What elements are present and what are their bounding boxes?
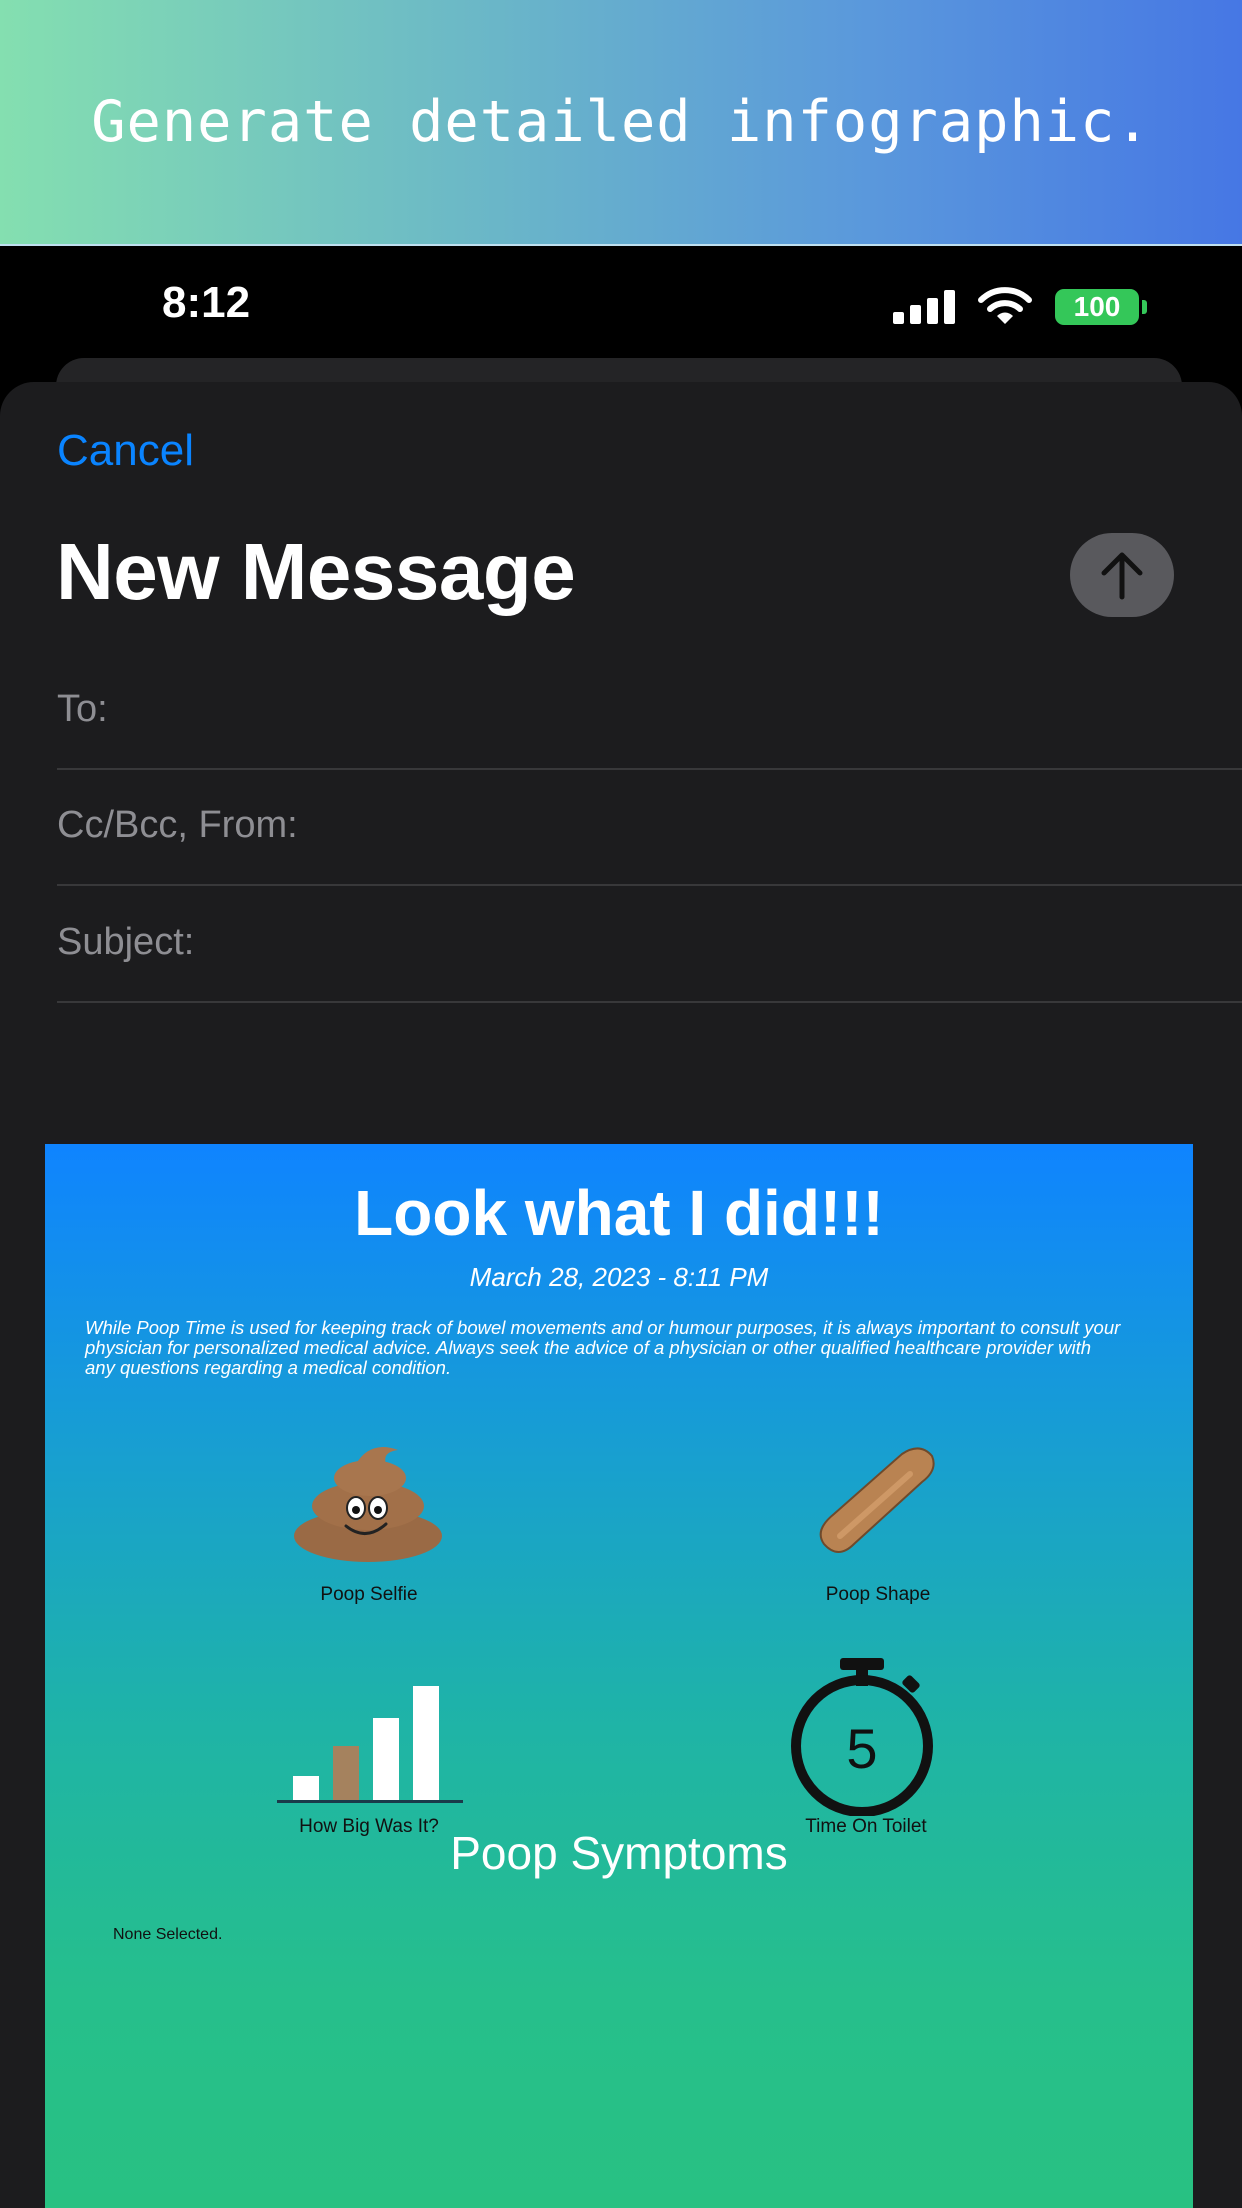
size-bar-chart-icon [277, 1686, 463, 1803]
subject-label: Subject: [57, 921, 195, 963]
battery-cap [1142, 300, 1147, 314]
status-bar: 8:12 100 [0, 246, 1242, 368]
poop-shape-label: Poop Shape [825, 1584, 931, 1605]
page-title: New Message [56, 527, 576, 616]
battery-icon: 100 [1055, 289, 1139, 325]
arrow-up-icon [1101, 552, 1143, 600]
infographic-date: March 28, 2023 - 8:11 PM [469, 1262, 769, 1292]
stopwatch-icon: 5 [791, 1658, 933, 1816]
symptoms-value: None Selected. [113, 1926, 223, 1943]
poop-selfie-label: Poop Selfie [320, 1584, 418, 1605]
infographic-title: Look what I did!!! [354, 1177, 884, 1249]
cc-bcc-from-label: Cc/Bcc, From: [57, 804, 298, 846]
to-field[interactable]: To: [57, 654, 1242, 770]
to-input[interactable] [127, 674, 1242, 752]
cc-bcc-from-field[interactable]: Cc/Bcc, From: [57, 770, 1242, 886]
status-time: 8:12 [162, 278, 251, 327]
poop-symptoms-title: Poop Symptoms [450, 1827, 788, 1879]
attached-infographic-image[interactable]: Look what I did!!! March 28, 2023 - 8:11… [45, 1144, 1193, 2208]
poop-shape-icon [819, 1447, 935, 1553]
timer-value: 5 [846, 1717, 877, 1780]
compose-sheet: Cancel New Message To: Cc/Bcc, From: Sub… [0, 382, 1242, 2208]
cellular-signal-icon [893, 290, 957, 324]
subject-input[interactable] [237, 907, 1242, 985]
banner-text: Generate detailed infographic. [91, 89, 1151, 155]
cancel-button[interactable]: Cancel [57, 426, 194, 476]
instruction-banner: Generate detailed infographic. [0, 0, 1242, 244]
cc-bcc-input[interactable] [337, 790, 1242, 868]
infographic-disclaimer: While Poop Time is used for keeping trac… [85, 1317, 1121, 1378]
subject-field[interactable]: Subject: [57, 887, 1242, 1003]
poop-emoji-icon [294, 1447, 442, 1562]
wifi-icon [978, 287, 1032, 324]
to-label: To: [57, 688, 108, 730]
send-button[interactable] [1070, 533, 1174, 617]
